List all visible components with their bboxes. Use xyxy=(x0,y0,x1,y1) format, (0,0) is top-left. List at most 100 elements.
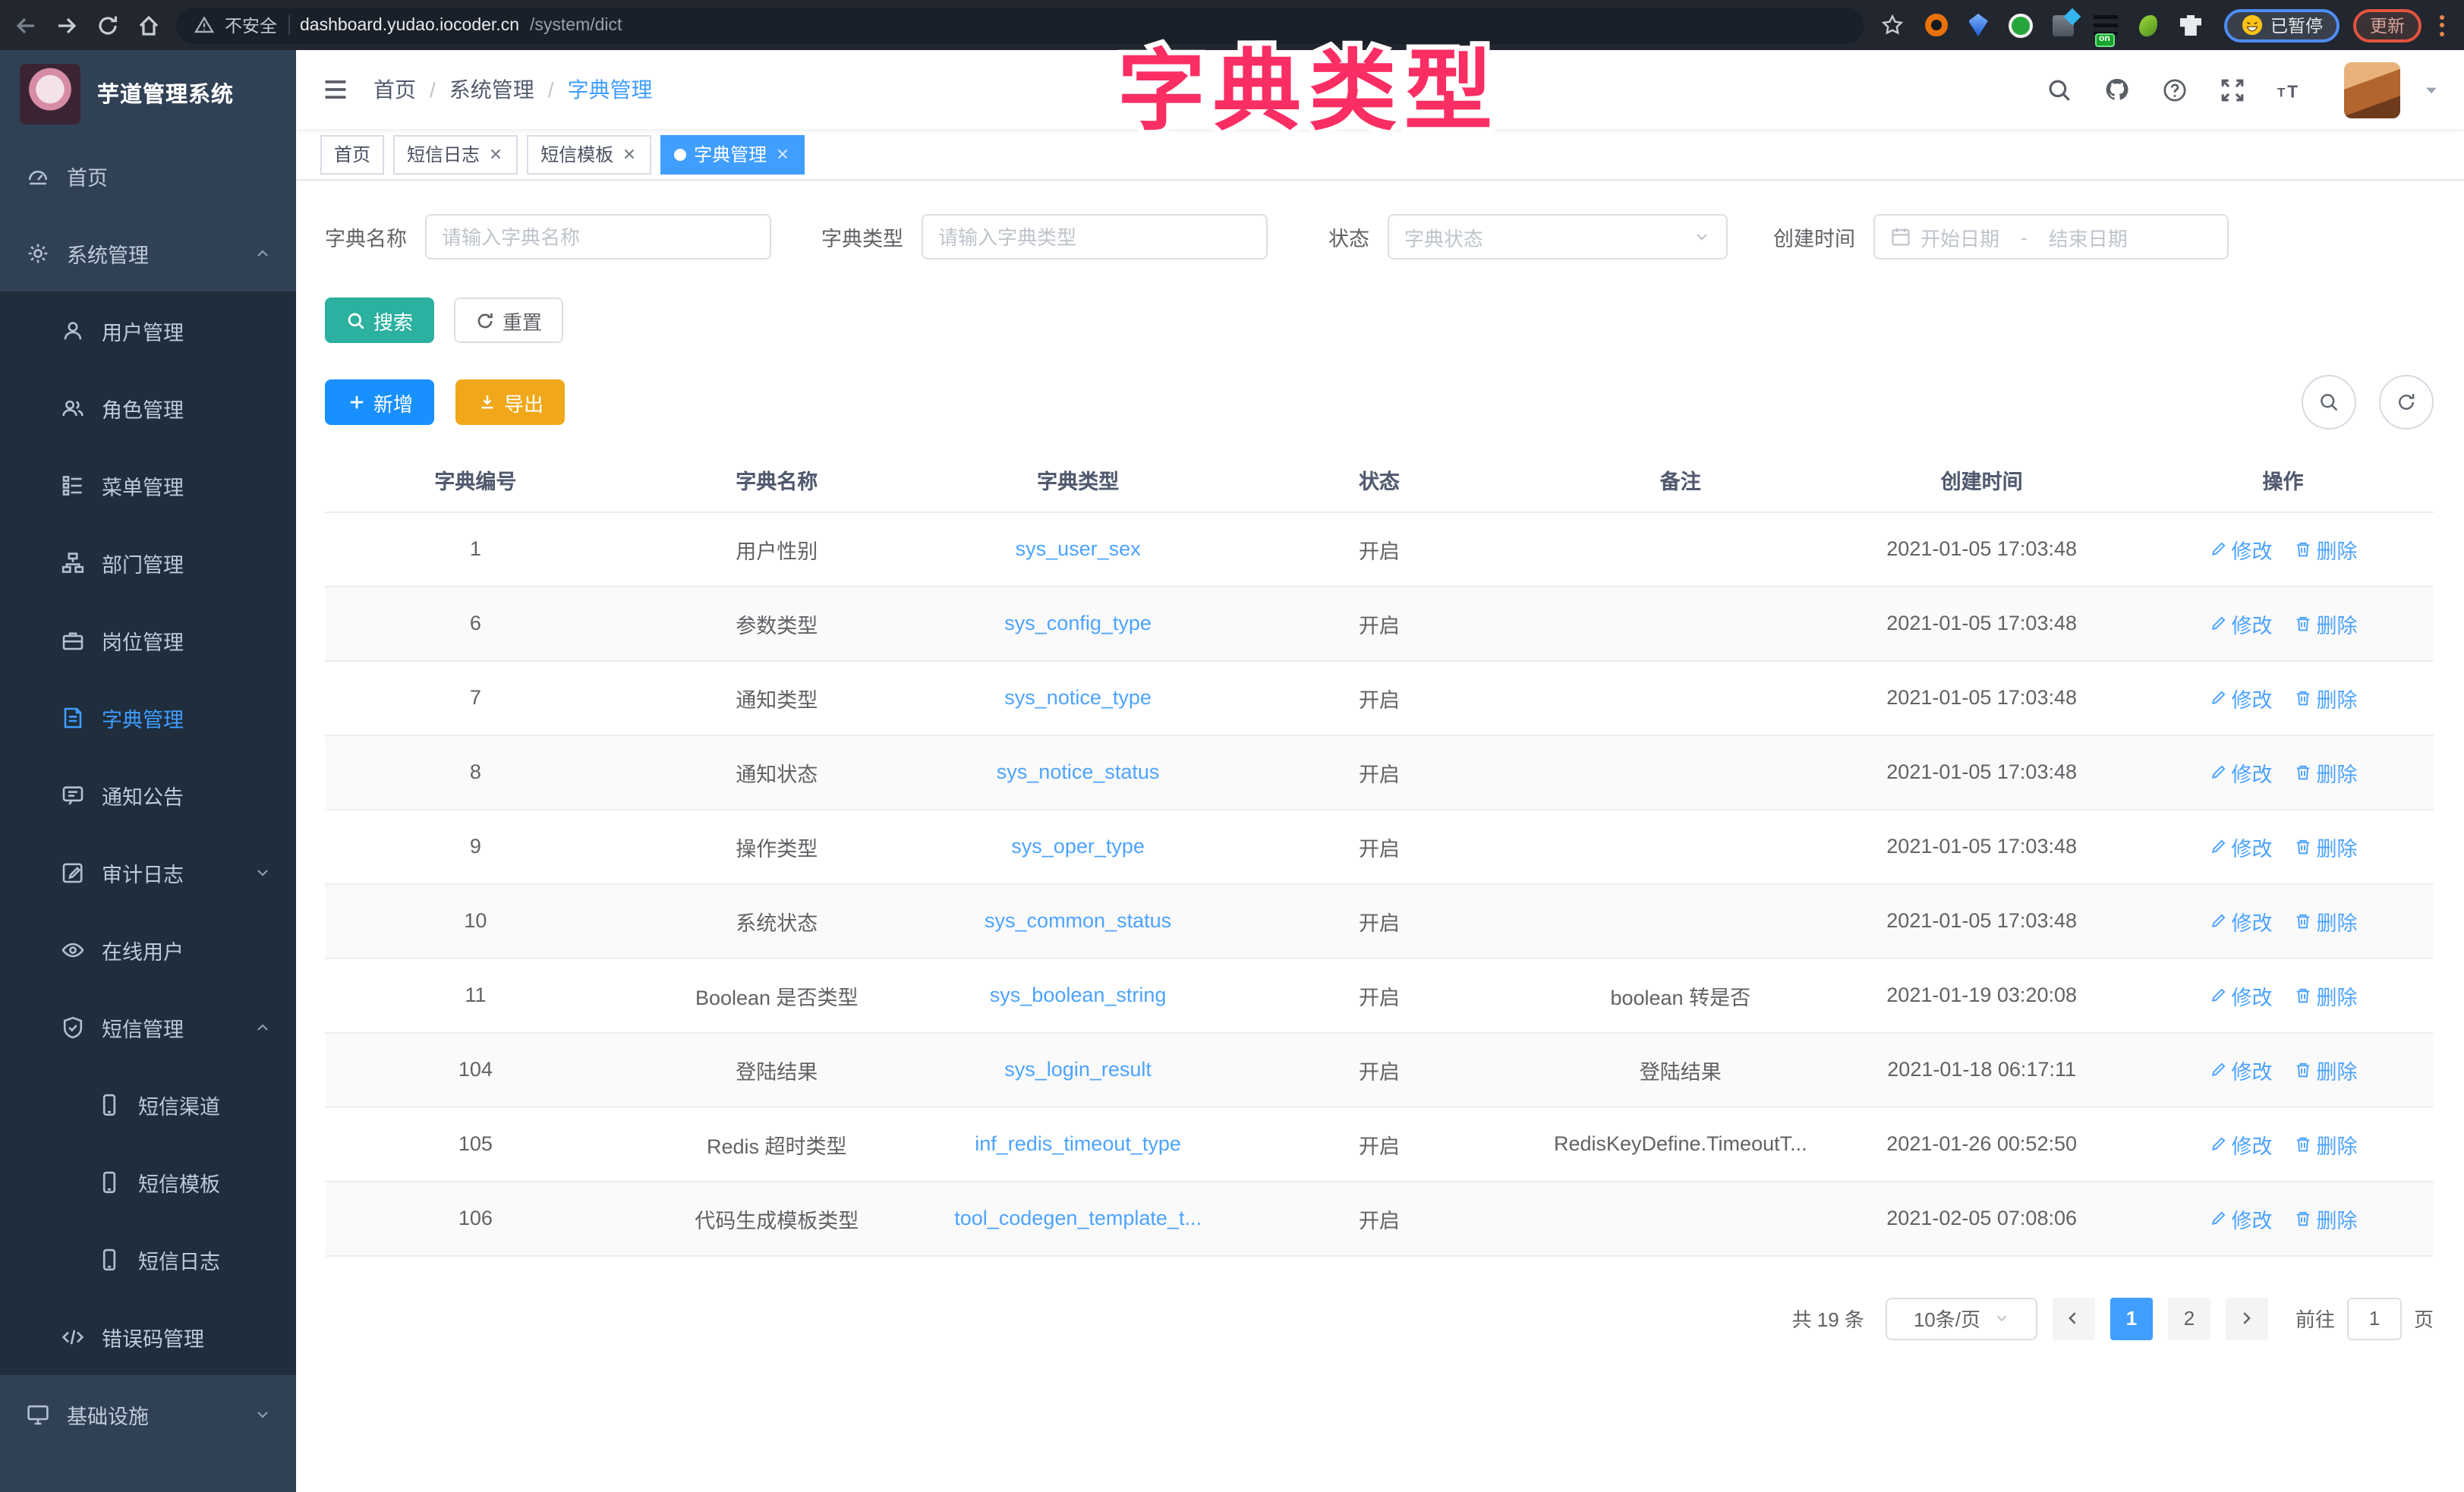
dict-type-link[interactable]: sys_config_type xyxy=(1004,612,1152,634)
goto-page-input[interactable] xyxy=(2347,1297,2402,1339)
sidebar-item[interactable]: 系统管理 xyxy=(0,214,296,291)
paused-extension-pill[interactable]: 已暂停 xyxy=(2223,8,2340,42)
edit-button[interactable]: 修改 xyxy=(2209,1128,2273,1159)
sidebar-item[interactable]: 岗位管理 xyxy=(0,601,296,678)
sidebar-item[interactable]: 审计日志 xyxy=(0,833,296,911)
tag-view-item[interactable]: 短信日志 xyxy=(393,134,518,174)
target-orange-extension-icon[interactable] xyxy=(1923,12,1949,38)
delete-button[interactable]: 删除 xyxy=(2294,608,2358,638)
sidebar-item[interactable]: 短信日志 xyxy=(0,1220,296,1298)
edit-button[interactable]: 修改 xyxy=(2209,608,2273,638)
dict-type-link[interactable]: sys_login_result xyxy=(1004,1058,1152,1081)
dict-type-input[interactable] xyxy=(922,214,1268,260)
dict-type-link[interactable]: sys_oper_type xyxy=(1011,835,1145,858)
dict-type-link[interactable]: sys_user_sex xyxy=(1016,537,1141,560)
fullscreen-icon[interactable] xyxy=(2220,77,2245,102)
dict-type-link[interactable]: sys_boolean_string xyxy=(990,984,1167,1006)
dict-type-link[interactable]: inf_redis_timeout_type xyxy=(975,1132,1181,1155)
list-on-extension-icon[interactable]: on xyxy=(2093,12,2119,38)
edit-button[interactable]: 修改 xyxy=(2209,905,2273,936)
sidebar-item[interactable]: 用户管理 xyxy=(0,291,296,369)
dict-type-link[interactable]: sys_common_status xyxy=(985,909,1171,932)
status-select[interactable]: 字典状态 xyxy=(1388,214,1728,260)
tag-view-item[interactable]: 短信模板 xyxy=(527,134,651,174)
dict-name-input[interactable] xyxy=(425,214,771,260)
close-icon[interactable] xyxy=(621,146,638,162)
add-button[interactable]: 新增 xyxy=(325,379,434,425)
export-button[interactable]: 导出 xyxy=(455,379,565,425)
github-icon[interactable] xyxy=(2104,77,2130,102)
font-size-icon[interactable]: TT xyxy=(2277,77,2303,102)
help-icon[interactable] xyxy=(2162,77,2188,102)
dict-type-link[interactable]: sys_notice_type xyxy=(1004,686,1152,709)
sidebar-item[interactable]: 通知公告 xyxy=(0,756,296,833)
next-page-button[interactable] xyxy=(2226,1297,2268,1339)
browser-reload-icon[interactable] xyxy=(94,11,121,39)
browser-update-button[interactable]: 更新 xyxy=(2353,8,2421,42)
edit-button[interactable]: 修改 xyxy=(2209,757,2273,787)
sidebar-item[interactable]: 部门管理 xyxy=(0,524,296,601)
dict-name-field[interactable] xyxy=(442,225,755,248)
breadcrumb-item[interactable]: 首页 xyxy=(373,74,416,105)
sidebar-item[interactable]: 角色管理 xyxy=(0,369,296,446)
circle-green-extension-icon[interactable] xyxy=(2008,12,2034,38)
delete-button[interactable]: 删除 xyxy=(2294,534,2358,564)
edit-button[interactable]: 修改 xyxy=(2209,682,2273,713)
delete-button[interactable]: 删除 xyxy=(2294,757,2358,787)
app-logo-row[interactable]: 芋道管理系统 xyxy=(0,50,296,137)
dict-type-link[interactable]: tool_codegen_template_t... xyxy=(954,1207,1202,1229)
tag-view-item[interactable]: 字典管理 xyxy=(660,134,805,174)
refresh-table-button[interactable] xyxy=(2379,375,2434,430)
edit-button[interactable]: 修改 xyxy=(2209,980,2273,1010)
breadcrumb-item[interactable]: 系统管理 xyxy=(449,74,534,105)
gem-blue-extension-icon[interactable] xyxy=(1965,12,1991,38)
avatar-caret-icon[interactable] xyxy=(2423,81,2440,98)
sidebar-item[interactable]: 字典管理 xyxy=(0,678,296,756)
grid-blue-diamond-extension-icon[interactable] xyxy=(2050,12,2076,38)
reset-button[interactable]: 重置 xyxy=(454,297,563,343)
sidebar-item[interactable]: 基础设施 xyxy=(0,1375,296,1453)
bookmark-star-icon[interactable] xyxy=(1880,14,1903,36)
delete-button[interactable]: 删除 xyxy=(2294,1054,2358,1084)
delete-button[interactable]: 删除 xyxy=(2294,1128,2358,1159)
breadcrumb-item[interactable]: 字典管理 xyxy=(568,74,653,105)
tag-view-item[interactable]: 首页 xyxy=(320,134,384,174)
header-search-icon[interactable] xyxy=(2047,77,2072,102)
sidebar-item[interactable]: 短信管理 xyxy=(0,988,296,1065)
prev-page-button[interactable] xyxy=(2053,1297,2095,1339)
page-size-select[interactable]: 10条/页 xyxy=(1886,1297,2037,1339)
toggle-search-button[interactable] xyxy=(2302,375,2356,430)
sidebar-item[interactable]: 在线用户 xyxy=(0,911,296,988)
delete-button[interactable]: 删除 xyxy=(2294,831,2358,861)
sidebar-item[interactable]: 错误码管理 xyxy=(0,1298,296,1375)
browser-back-icon[interactable] xyxy=(12,11,39,39)
close-icon[interactable] xyxy=(487,146,504,162)
puzzle-white-extension-icon[interactable] xyxy=(2178,12,2204,38)
delete-button[interactable]: 删除 xyxy=(2294,682,2358,713)
address-bar[interactable]: 不安全 dashboard.yudao.iocoder.cn/system/di… xyxy=(176,7,1864,43)
search-button[interactable]: 搜索 xyxy=(325,297,434,343)
sidebar-item[interactable]: 菜单管理 xyxy=(0,446,296,524)
page-number-button[interactable]: 2 xyxy=(2168,1297,2210,1339)
edit-button[interactable]: 修改 xyxy=(2209,831,2273,861)
page-number-button[interactable]: 1 xyxy=(2110,1297,2153,1339)
edit-button[interactable]: 修改 xyxy=(2209,1203,2273,1233)
date-range-picker[interactable]: 开始日期 - 结束日期 xyxy=(1873,214,2229,260)
delete-button[interactable]: 删除 xyxy=(2294,905,2358,936)
dict-type-link[interactable]: sys_notice_status xyxy=(997,760,1160,783)
dict-type-field[interactable] xyxy=(938,225,1251,248)
close-icon[interactable] xyxy=(774,146,791,162)
user-avatar[interactable] xyxy=(2344,61,2400,118)
sidebar-item[interactable]: 短信渠道 xyxy=(0,1065,296,1143)
sidebar-item[interactable]: 首页 xyxy=(0,137,296,214)
delete-button[interactable]: 删除 xyxy=(2294,1203,2358,1233)
security-label[interactable]: 不安全 xyxy=(225,13,277,37)
browser-home-icon[interactable] xyxy=(135,11,162,39)
browser-menu-icon[interactable] xyxy=(2435,14,2449,36)
sidebar-item[interactable]: 短信模板 xyxy=(0,1143,296,1220)
sidebar-toggle-icon[interactable] xyxy=(322,76,349,103)
edit-button[interactable]: 修改 xyxy=(2209,1054,2273,1084)
delete-button[interactable]: 删除 xyxy=(2294,980,2358,1010)
leaf-green-extension-icon[interactable] xyxy=(2135,12,2161,38)
browser-forward-icon[interactable] xyxy=(53,11,80,39)
